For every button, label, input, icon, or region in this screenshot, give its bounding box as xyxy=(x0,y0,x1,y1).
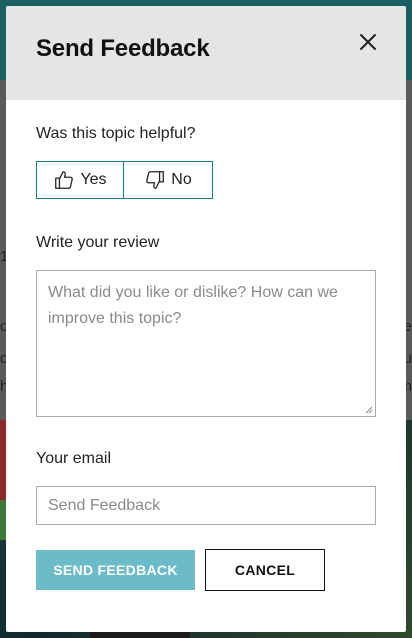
helpful-toggle-group: Yes No xyxy=(36,161,213,199)
yes-button[interactable]: Yes xyxy=(36,161,124,199)
dialog-header: Send Feedback xyxy=(6,6,406,100)
helpful-question: Was this topic helpful? xyxy=(36,125,196,142)
dialog-title: Send Feedback xyxy=(36,35,210,62)
cancel-button[interactable]: CANCEL xyxy=(205,549,325,591)
review-textarea[interactable] xyxy=(37,271,375,416)
email-field[interactable] xyxy=(36,486,376,525)
close-button[interactable] xyxy=(354,28,382,56)
thumbs-down-icon xyxy=(146,171,165,189)
email-label: Your email xyxy=(36,450,112,467)
close-icon xyxy=(360,34,376,50)
review-field-wrapper xyxy=(36,270,376,417)
resize-grip-icon[interactable] xyxy=(364,405,373,414)
feedback-dialog: Send Feedback Was this topic helpful? Ye… xyxy=(6,6,406,632)
thumbs-up-icon xyxy=(55,171,74,189)
no-label: No xyxy=(171,171,192,188)
send-feedback-button[interactable]: SEND FEEDBACK xyxy=(36,550,195,590)
yes-label: Yes xyxy=(80,171,107,188)
no-button[interactable]: No xyxy=(124,161,213,199)
review-label: Write your review xyxy=(36,234,160,251)
